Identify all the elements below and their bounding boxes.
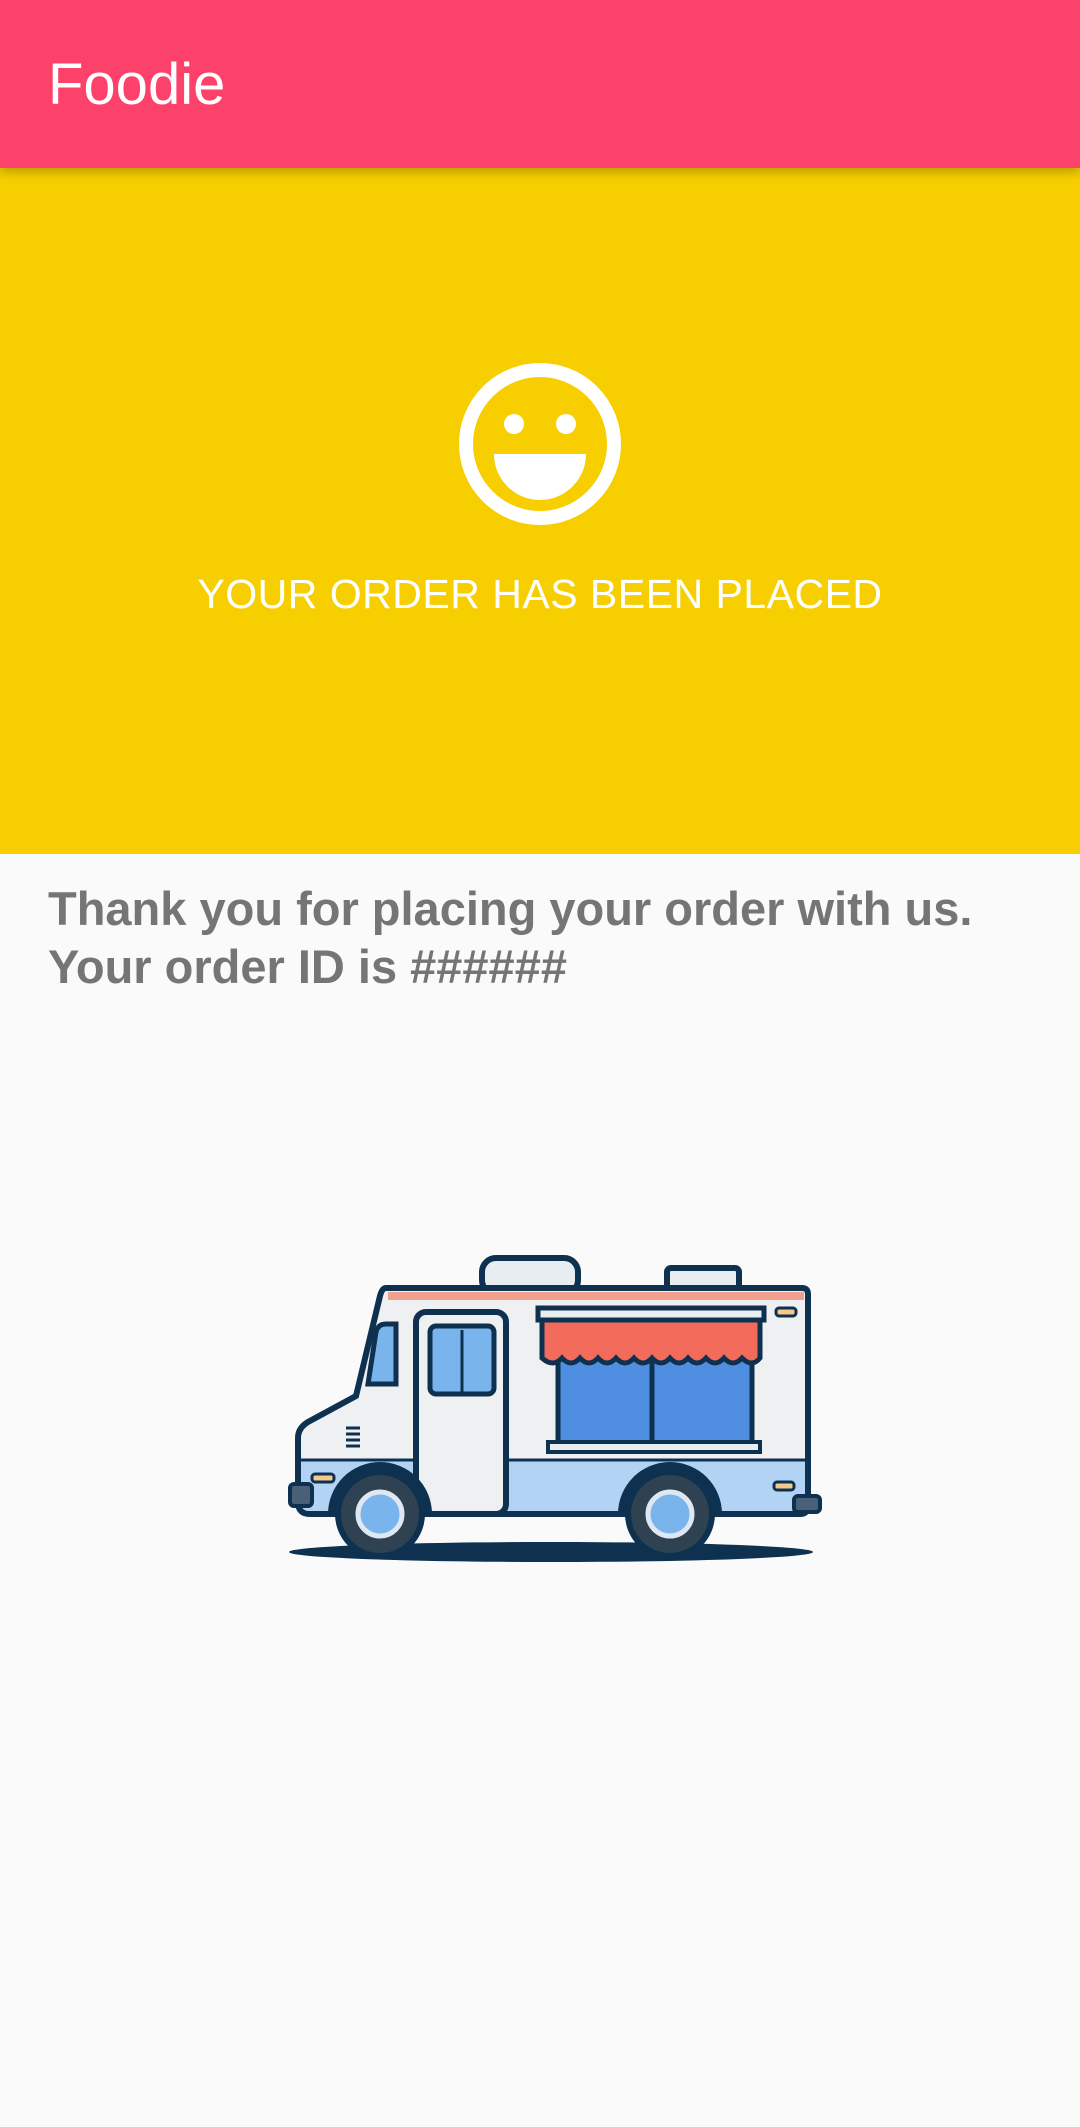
order-placed-message: YOUR ORDER HAS BEEN PLACED bbox=[197, 571, 883, 617]
app-bar: Foodie bbox=[0, 0, 1080, 168]
thank-you-line: Thank you for placing your order with us… bbox=[48, 882, 973, 935]
confirmation-text: Thank you for placing your order with us… bbox=[48, 880, 1048, 996]
order-id-line: Your order ID is ###### bbox=[48, 940, 567, 993]
app-title: Foodie bbox=[48, 52, 226, 117]
order-placed-banner: YOUR ORDER HAS BEEN PLACED bbox=[0, 168, 1080, 854]
smiley-face-icon bbox=[459, 363, 621, 525]
food-truck-icon bbox=[288, 1255, 822, 1562]
